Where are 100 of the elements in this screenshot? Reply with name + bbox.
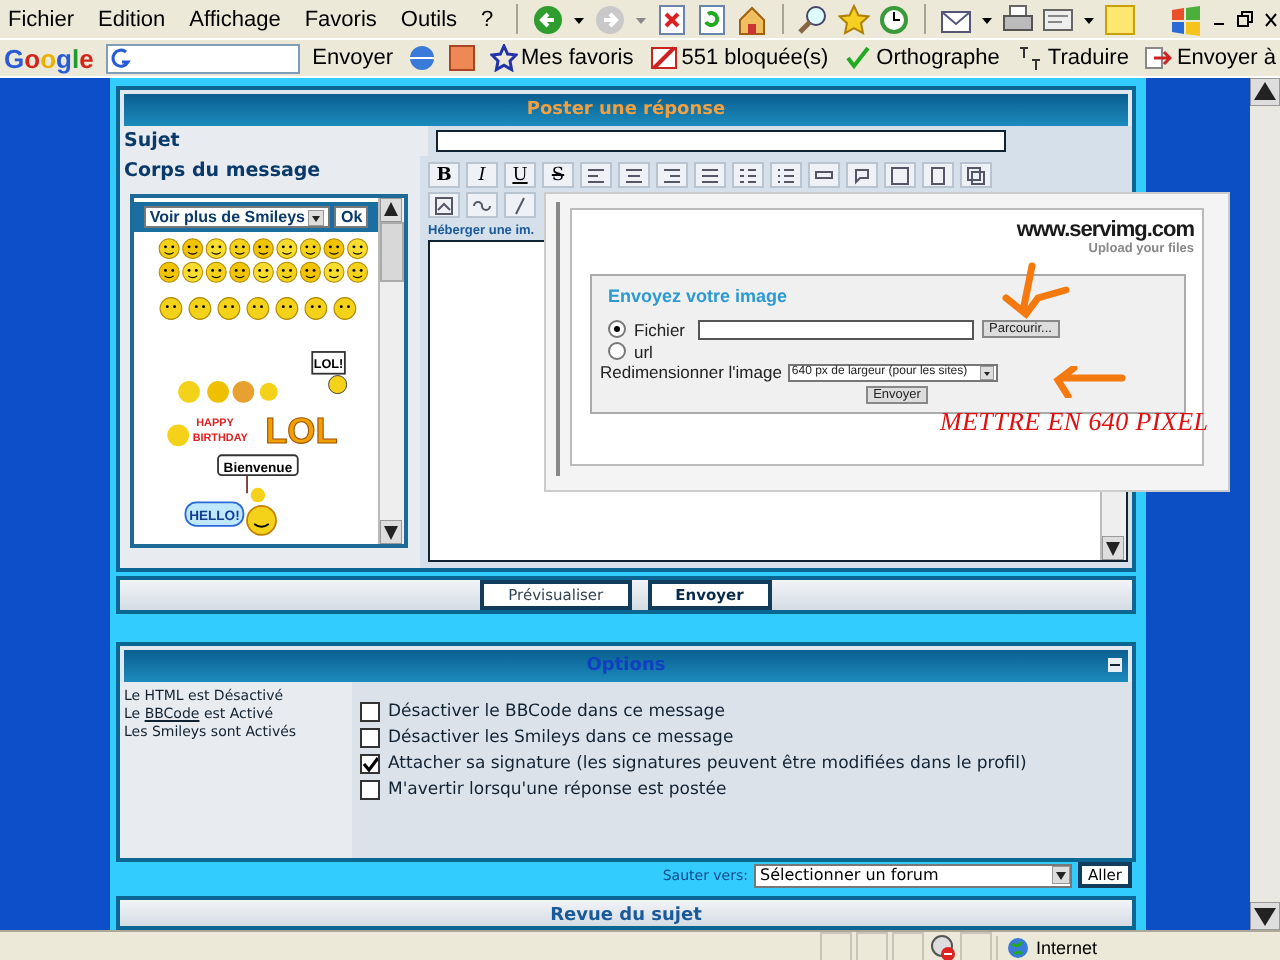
radio-button[interactable] <box>608 342 626 360</box>
list-icon <box>738 165 758 185</box>
scroll-down-icon[interactable] <box>1102 536 1124 560</box>
checkbox-label: Désactiver les Smileys dans ce message <box>388 727 734 747</box>
align-right-icon <box>662 165 682 185</box>
dropdown-arrow-icon[interactable] <box>308 209 325 225</box>
checkbox[interactable] <box>360 779 380 799</box>
menu-item[interactable]: Edition <box>90 7 174 31</box>
google-logo: Google <box>2 43 96 73</box>
speech-bubble-icon <box>852 165 872 185</box>
message-label: Corps du message <box>122 158 323 186</box>
options-title: Options <box>586 656 666 676</box>
subject-label: Sujet <box>120 126 428 156</box>
page-scrollbar[interactable] <box>1250 78 1280 930</box>
status-pane <box>820 932 852 960</box>
scroll-up-icon[interactable] <box>380 198 402 222</box>
ok-button[interactable]: Ok <box>334 206 369 228</box>
subject-field[interactable] <box>436 130 1006 152</box>
arrow-annotation <box>1050 366 1126 398</box>
file-path-field[interactable] <box>697 319 974 339</box>
numbered-list-icon <box>776 165 796 185</box>
square-icon <box>890 165 910 185</box>
toolbar-button[interactable] <box>656 162 688 188</box>
radio-button[interactable] <box>608 320 626 338</box>
toolbar-button[interactable] <box>770 162 802 188</box>
smileys-dropdown[interactable]: Voir plus de Smileys <box>143 206 331 228</box>
menu-item[interactable]: Outils <box>392 7 466 31</box>
menu-item[interactable]: Affichage <box>181 7 289 31</box>
toolbar-button[interactable] <box>580 162 612 188</box>
format-button[interactable]: S <box>542 162 574 188</box>
google-search-field[interactable] <box>105 43 301 73</box>
flash-icon <box>510 195 530 215</box>
toolbar-button[interactable] <box>504 192 536 218</box>
send-button[interactable]: Envoyer <box>308 46 397 70</box>
home-icon[interactable] <box>735 3 768 35</box>
forum-dropdown[interactable]: Sélectionner un forum <box>754 863 1072 887</box>
scroll-up-icon[interactable] <box>1250 78 1280 106</box>
refresh-icon[interactable] <box>695 3 728 35</box>
format-button[interactable]: I <box>466 162 498 188</box>
star-icon[interactable] <box>837 3 870 35</box>
link-icon <box>472 195 492 215</box>
toolbar-button[interactable] <box>694 162 726 188</box>
stop-icon[interactable] <box>655 3 688 35</box>
checkbox[interactable] <box>360 727 380 747</box>
image-icon <box>434 195 454 215</box>
bookmarks-button[interactable]: Mes favoris <box>485 44 638 72</box>
site-logo: www.servimg.com <box>1016 218 1194 242</box>
zone-label: Internet <box>1036 937 1098 957</box>
checkbox-label: Attacher sa signature (les signatures peuvent être modifiées dans le profil) <box>388 753 1027 773</box>
copy-icon <box>966 165 986 185</box>
menu-item[interactable]: Favoris <box>296 7 385 31</box>
review-title: Revue du sujet <box>550 906 702 926</box>
resize-label: Redimensionner l'image <box>600 362 782 382</box>
format-button[interactable]: B <box>428 162 460 188</box>
scroll-down-icon[interactable] <box>1250 902 1280 930</box>
letters-icon <box>1015 44 1044 72</box>
restore-icon[interactable] <box>1236 7 1254 31</box>
justify-icon <box>700 165 720 185</box>
toolbar-button[interactable] <box>960 162 992 188</box>
printer-icon[interactable] <box>1001 3 1034 35</box>
toolbar-button[interactable] <box>808 162 840 188</box>
collapse-icon[interactable] <box>1108 658 1122 672</box>
annotation-text: METTRE EN 640 PIXEL <box>940 406 1209 438</box>
toolbar-button[interactable] <box>884 162 916 188</box>
status-pane <box>892 932 924 960</box>
check-icon <box>844 44 873 72</box>
form-title: Poster une réponse <box>124 94 1128 126</box>
status-pane <box>856 932 888 960</box>
scrollbar[interactable] <box>378 198 404 544</box>
format-button[interactable]: U <box>504 162 536 188</box>
send-to-button[interactable]: Envoyer à <box>1140 44 1280 72</box>
menu-item[interactable]: Fichier <box>0 7 83 31</box>
search-icon[interactable] <box>797 3 830 35</box>
toolbar-button[interactable] <box>732 162 764 188</box>
windows-flag-icon <box>1170 3 1202 35</box>
scroll-thumb[interactable] <box>380 222 404 282</box>
toolbar-button[interactable] <box>922 162 954 188</box>
scroll-down-icon[interactable] <box>380 520 402 544</box>
popup-blocker-button[interactable]: 551 bloquée(s) <box>645 44 833 72</box>
spellcheck-button[interactable]: Orthographe <box>840 44 1004 72</box>
privacy-icon[interactable] <box>928 933 956 960</box>
toolbar-button[interactable] <box>428 192 460 218</box>
translate-button[interactable]: Traduire <box>1011 44 1133 72</box>
blocked-icon <box>649 44 678 72</box>
upload-heading: Envoyez votre image <box>608 286 790 306</box>
toolbar-button[interactable] <box>846 162 878 188</box>
status-pane <box>960 932 992 960</box>
radio-label: Fichier <box>634 319 686 339</box>
toolbar-button[interactable] <box>618 162 650 188</box>
checkbox-label: Désactiver le BBCode dans ce message <box>388 701 725 721</box>
search-engine-icon <box>107 46 132 70</box>
edit-icon[interactable] <box>1041 3 1074 35</box>
dropdown-arrow-icon[interactable] <box>979 365 994 379</box>
checkbox[interactable] <box>360 701 380 721</box>
toolbar-button[interactable] <box>466 192 498 218</box>
dropdown-arrow-icon[interactable] <box>1052 866 1070 884</box>
menu-item[interactable]: ? <box>473 7 502 31</box>
page-icon <box>928 165 948 185</box>
clock-icon[interactable] <box>877 3 910 35</box>
checkbox[interactable] <box>360 753 380 773</box>
